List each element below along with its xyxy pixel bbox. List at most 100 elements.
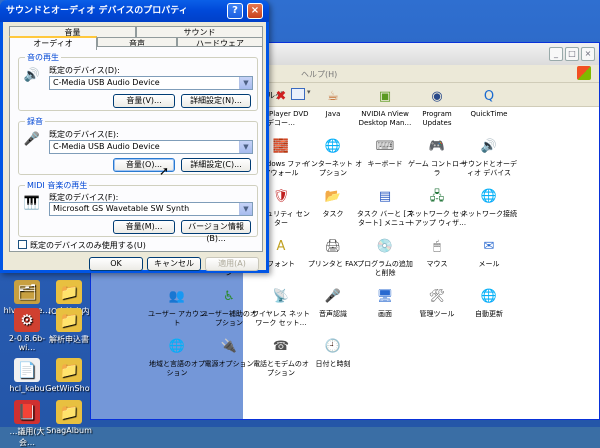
control-panel-item-icon: 💿 <box>376 238 394 254</box>
playback-advanced-button[interactable]: 詳細設定(N)... <box>181 94 251 108</box>
control-panel-item-icon: 🌐 <box>480 288 498 304</box>
desktop-icon-label: SnagAlbum <box>46 426 92 435</box>
control-panel-item[interactable]: 🖥 画面 <box>355 285 415 319</box>
control-panel-item-icon: ⌨ <box>375 138 395 154</box>
ok-button[interactable]: OK <box>89 257 143 271</box>
control-panel-item-label: サウンドとオーディオ デバイス <box>461 160 517 177</box>
desktop-icon-label: GetWinShot <box>45 384 93 393</box>
playback-device-value: C-Media USB Audio Device <box>53 78 160 87</box>
recording-group-label: 録音 <box>25 116 45 127</box>
control-panel-item-label: Program Updates <box>422 110 452 127</box>
close-button[interactable]: × <box>247 3 263 19</box>
desktop-icon-glyph: 📁 <box>56 280 82 304</box>
sound-properties-dialog: サウンドとオーディオ デバイスのプロパティ ? × 音量 サウンド オーディオ … <box>0 0 269 273</box>
control-panel-item[interactable]: ◉ Program Updates <box>407 85 467 128</box>
control-panel-item[interactable]: ▤ タスク バーと [スタート] メニュー <box>355 185 415 228</box>
control-panel-item[interactable]: ⌨ キーボード <box>355 135 415 169</box>
default-only-label: 既定のデバイスのみ使用する(U) <box>30 241 146 250</box>
control-panel-item[interactable]: 🔌 電源オプション <box>199 335 259 369</box>
recording-device-value: C-Media USB Audio Device <box>53 142 160 151</box>
control-panel-item-icon: 🛠 <box>428 288 446 304</box>
control-panel-item-icon: ▣ <box>378 88 392 104</box>
recording-advanced-button[interactable]: 詳細設定(C)... <box>181 158 251 172</box>
control-panel-content: ▤Gamma🖧Broadcom Control Suit…✖CinePlayer… <box>148 90 599 419</box>
control-panel-item-icon: 👥 <box>168 288 186 304</box>
close-icon[interactable]: × <box>581 47 595 61</box>
control-panel-item[interactable]: 📂 タスク <box>303 185 363 219</box>
control-panel-item[interactable]: 🎮 ゲーム コントローラ <box>407 135 467 178</box>
default-only-checkbox[interactable] <box>18 240 27 249</box>
control-panel-item[interactable]: 🕘 日付と時刻 <box>303 335 363 369</box>
control-panel-item[interactable]: 🛠 管理ツール <box>407 285 467 319</box>
control-panel-item[interactable]: 🌐 地域と言語のオプション <box>147 335 207 378</box>
control-panel-item-icon: 🖥 <box>376 288 394 304</box>
control-panel-item[interactable]: ☕ Java <box>303 85 363 119</box>
speaker-icon: 🔊 <box>23 67 41 83</box>
minimize-icon[interactable]: _ <box>549 47 563 61</box>
chevron-down-icon: ▼ <box>239 141 252 153</box>
desktop-icon-glyph: 📁 <box>56 308 82 332</box>
apply-button[interactable]: 適用(A) <box>205 257 259 271</box>
desktop-icon-glyph: ⚙ <box>14 308 40 332</box>
menu-help[interactable]: ヘルプ(H) <box>301 69 337 80</box>
midi-group: MIDI 音楽の再生 🎹 既定のデバイス(F): Microsoft GS Wa… <box>18 180 258 243</box>
cancel-button[interactable]: キャンセル <box>147 257 201 271</box>
midi-about-button[interactable]: バージョン情報(B)... <box>181 220 251 243</box>
control-panel-item-icon: 📡 <box>272 288 290 304</box>
control-panel-item-label: 電話とモデムのオプション <box>253 360 309 377</box>
control-panel-item[interactable]: 🎤 音声認識 <box>303 285 363 319</box>
desktop-icon-glyph: 📄 <box>14 358 40 382</box>
control-panel-item-icon: 🧱 <box>272 138 290 154</box>
control-panel-item-label: 電源オプション <box>204 360 254 368</box>
control-panel-item-label: ユーザー補助のオプション <box>201 310 257 327</box>
playback-group-label: 音の再生 <box>25 52 61 63</box>
control-panel-item[interactable]: ♿ ユーザー補助のオプション <box>199 285 259 328</box>
desktop-icon[interactable]: 📁 SnagAlbum <box>44 400 94 435</box>
control-panel-item[interactable]: Q QuickTime <box>459 85 519 119</box>
desktop-icon-glyph: 📁 <box>56 400 82 424</box>
control-panel-item[interactable]: 🖧 ネットワーク セットアップ ウィザ… <box>407 185 467 228</box>
control-panel-item[interactable]: ▣ NVIDIA nView Desktop Man… <box>355 85 415 128</box>
control-panel-item-label: ワイヤレス ネットワーク セット… <box>251 310 310 327</box>
maximize-icon[interactable]: □ <box>565 47 579 61</box>
tab-audio[interactable]: オーディオ <box>9 36 97 50</box>
control-panel-item-label: 管理ツール <box>419 310 455 318</box>
control-panel-item-label: NVIDIA nView Desktop Man… <box>358 110 412 127</box>
control-panel-item[interactable]: 🌐 ネットワーク接続 <box>459 185 519 219</box>
desktop-icon[interactable]: 📁 GetWinShot <box>44 358 94 393</box>
help-button[interactable]: ? <box>227 3 243 19</box>
midi-volume-button[interactable]: 音量(M)... <box>113 220 175 234</box>
control-panel-item[interactable]: 🖨 プリンタと FAX <box>303 235 363 269</box>
chevron-down-icon: ▼ <box>239 203 252 215</box>
desktop-icon[interactable]: 📁 解析申込書 <box>44 308 94 345</box>
control-panel-item-label: Java <box>325 110 341 118</box>
midi-keyboard-icon: 🎹 <box>23 195 41 211</box>
control-panel-item[interactable]: ✉ メール <box>459 235 519 269</box>
control-panel-item-label: マウス <box>426 260 448 268</box>
control-panel-item-label: プログラムの追加と削除 <box>357 260 413 277</box>
control-panel-item-label: ゲーム コントローラ <box>407 160 466 177</box>
control-panel-item[interactable]: ☎ 電話とモデムのオプション <box>251 335 311 378</box>
control-panel-item-icon: 🖱 <box>433 238 441 254</box>
playback-volume-button[interactable]: 音量(V)... <box>113 94 175 108</box>
control-panel-item[interactable]: 📡 ワイヤレス ネットワーク セット… <box>251 285 311 328</box>
mouse-cursor-icon: ➚ <box>159 164 170 178</box>
control-panel-item-label: 画面 <box>378 310 392 318</box>
control-panel-item-icon: 🌐 <box>168 338 186 354</box>
playback-device-select[interactable]: C-Media USB Audio Device ▼ <box>49 76 253 90</box>
control-panel-item-icon: Q <box>483 88 495 104</box>
midi-device-select[interactable]: Microsoft GS Wavetable SW Synth ▼ <box>49 202 253 216</box>
control-panel-item[interactable]: 🌐 インターネット オプション <box>303 135 363 178</box>
control-panel-item-label: 自動更新 <box>475 310 503 318</box>
midi-group-label: MIDI 音楽の再生 <box>25 180 90 191</box>
control-panel-item-icon: ◉ <box>431 88 443 104</box>
control-panel-item[interactable]: 🖱 マウス <box>407 235 467 269</box>
control-panel-item[interactable]: 🌐 自動更新 <box>459 285 519 319</box>
desktop-icon-glyph: 🗂 <box>14 280 40 304</box>
recording-device-select[interactable]: C-Media USB Audio Device ▼ <box>49 140 253 154</box>
control-panel-item-icon: 📂 <box>324 188 342 204</box>
control-panel-item[interactable]: 👥 ユーザー アカウント <box>147 285 207 328</box>
control-panel-item[interactable]: 💿 プログラムの追加と削除 <box>355 235 415 278</box>
control-panel-item[interactable]: 🔊 サウンドとオーディオ デバイス <box>459 135 519 178</box>
control-panel-item-icon: 🌐 <box>324 138 342 154</box>
